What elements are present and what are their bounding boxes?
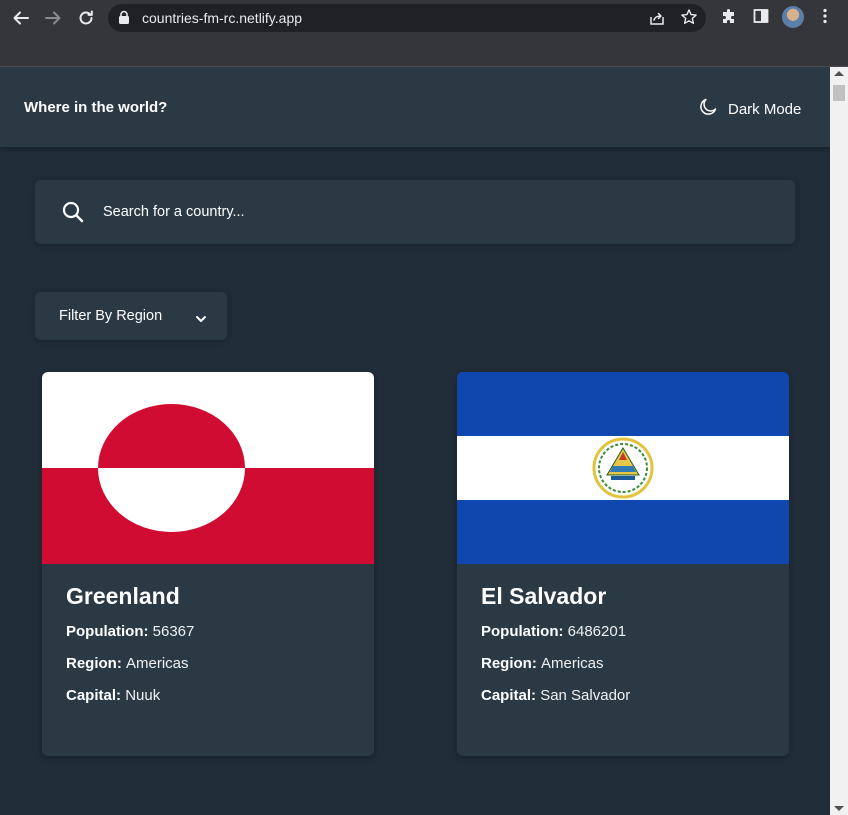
region-label: Region:	[66, 655, 126, 672]
region-value: Americas	[126, 655, 189, 672]
menu-icon[interactable]	[816, 7, 834, 30]
scroll-down-arrow-icon[interactable]	[834, 806, 844, 811]
capital-label: Capital:	[66, 687, 126, 704]
profile-avatar[interactable]	[782, 6, 804, 28]
site-header: Where in the world? Dark Mode	[0, 67, 830, 147]
star-icon[interactable]	[680, 8, 698, 31]
extensions-icon[interactable]	[720, 7, 738, 30]
chevron-down-icon	[195, 311, 207, 329]
region-label: Region:	[481, 655, 541, 672]
side-panel-icon[interactable]	[752, 7, 770, 30]
capital-row: Capital: San Salvador	[481, 687, 630, 704]
forward-icon[interactable]	[41, 6, 65, 30]
population-label: Population:	[481, 623, 568, 640]
browser-chrome: countries-fm-rc.netlify.app	[0, 0, 848, 67]
share-icon[interactable]	[648, 9, 666, 32]
page-content: Where in the world? Dark Mode Filter By …	[0, 67, 830, 815]
population-value: 56367	[152, 623, 195, 640]
capital-row: Capital: Nuuk	[66, 687, 160, 704]
greenland-flag-image	[42, 372, 374, 564]
region-row: Region: Americas	[481, 655, 604, 672]
search-input[interactable]	[103, 198, 763, 226]
region-row: Region: Americas	[66, 655, 189, 672]
moon-icon	[698, 97, 718, 121]
capital-value: Nuuk	[125, 687, 161, 704]
site-title: Where in the world?	[24, 99, 168, 116]
url-text[interactable]: countries-fm-rc.netlify.app	[142, 10, 302, 26]
lock-icon[interactable]	[118, 10, 130, 30]
back-icon[interactable]	[9, 6, 33, 30]
filter-label: Filter By Region	[59, 308, 163, 324]
reload-icon[interactable]	[74, 6, 98, 30]
search-bar[interactable]	[35, 180, 795, 244]
scroll-thumb[interactable]	[833, 85, 845, 101]
capital-value: San Salvador	[540, 687, 631, 704]
address-bar[interactable]: countries-fm-rc.netlify.app	[108, 4, 706, 32]
dark-mode-label: Dark Mode	[728, 100, 802, 118]
region-filter-dropdown[interactable]: Filter By Region	[35, 292, 227, 340]
population-row: Population: 56367	[66, 623, 194, 640]
country-name: Greenland	[66, 583, 180, 609]
scroll-up-arrow-icon[interactable]	[834, 71, 844, 76]
country-card[interactable]: El Salvador Population: 6486201 Region: …	[457, 372, 789, 756]
region-value: Americas	[541, 655, 604, 672]
population-value: 6486201	[567, 623, 627, 640]
dark-mode-toggle[interactable]: Dark Mode	[698, 97, 801, 121]
population-row: Population: 6486201	[481, 623, 626, 640]
el-salvador-flag-image	[457, 372, 789, 564]
browser-toolbar: countries-fm-rc.netlify.app	[0, 0, 848, 36]
search-icon	[62, 201, 84, 228]
country-card[interactable]: Greenland Population: 56367 Region: Amer…	[42, 372, 374, 756]
country-name: El Salvador	[481, 583, 607, 609]
page-scrollbar[interactable]	[830, 67, 848, 815]
toolbar-strip	[0, 36, 848, 67]
population-label: Population:	[66, 623, 153, 640]
capital-label: Capital:	[481, 687, 541, 704]
